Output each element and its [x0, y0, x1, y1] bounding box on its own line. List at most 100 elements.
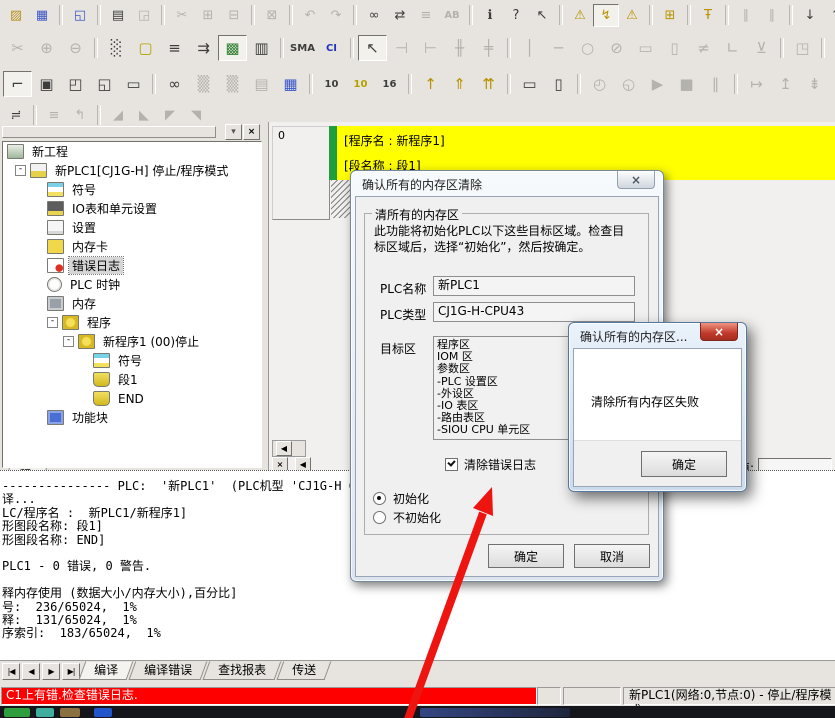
toolbar-icon[interactable]: ∞ — [361, 4, 387, 27]
toolbar-icon[interactable]: ℹ — [477, 4, 503, 27]
toolbar-icon[interactable]: ⇑ — [445, 71, 474, 97]
toolbar-icon[interactable]: ✂ — [3, 35, 32, 61]
tree-item[interactable]: 功能块 — [3, 408, 261, 427]
toolbar-icon[interactable]: ↑ — [416, 71, 445, 97]
toolbar-icon[interactable]: ▒ — [218, 71, 247, 97]
toolbar-icon[interactable]: ▨ — [3, 4, 29, 27]
toolbar-icon[interactable]: ▭ — [119, 71, 148, 97]
ok-button[interactable]: 确定 — [488, 544, 564, 568]
toolbar-icon[interactable]: ⚠ — [619, 4, 645, 27]
tree-item[interactable]: 内存 — [3, 294, 261, 313]
toolbar-icon[interactable]: ∟ — [718, 35, 747, 61]
radio-icon[interactable] — [373, 511, 386, 524]
toolbar-icon[interactable]: ✂ — [169, 4, 195, 27]
radio-initialize[interactable]: 初始化 — [373, 490, 429, 507]
toolbar-icon[interactable]: ⊻ — [747, 35, 776, 61]
toolbar-icon[interactable]: ◈ — [829, 35, 835, 61]
toolbar-icon[interactable]: │ — [515, 35, 544, 61]
ok-button[interactable]: 确定 — [641, 451, 727, 477]
toolbar-icon[interactable]: ↖ — [358, 35, 387, 61]
tree-collapse-icon[interactable]: - — [63, 336, 74, 347]
close-icon[interactable]: × — [243, 124, 260, 140]
toolbar-icon[interactable]: ▯ — [660, 35, 689, 61]
toolbar-icon[interactable]: ⊕ — [32, 35, 61, 61]
toolbar-icon[interactable]: ▦ — [276, 71, 305, 97]
clear-error-log-row[interactable]: 清除错误日志 — [445, 456, 536, 473]
toolbar-icon[interactable]: ⚠ — [567, 4, 593, 27]
close-icon[interactable]: × — [617, 171, 655, 189]
toolbar-icon[interactable]: Ŧ — [695, 4, 721, 27]
toolbar-icon[interactable]: ↓ — [797, 4, 823, 27]
tree-collapse-icon[interactable]: - — [15, 165, 26, 176]
toolbar-icon[interactable]: ↖ — [529, 4, 555, 27]
toolbar-icon[interactable]: ▦ — [29, 4, 55, 27]
scroll-left-icon[interactable]: ◀ — [276, 441, 292, 456]
toolbar-icon[interactable]: ▭ — [631, 35, 660, 61]
toolbar-icon[interactable]: ⇟ — [800, 71, 829, 97]
toolbar-icon[interactable]: ≡ — [413, 4, 439, 27]
toolbar-icon[interactable]: ⊟ — [221, 4, 247, 27]
toolbar-icon[interactable]: ▭ — [515, 71, 544, 97]
toolbar-icon[interactable]: ↑ — [823, 4, 835, 27]
toolbar-icon[interactable]: ╪ — [474, 35, 503, 61]
toolbar-icon[interactable]: 10 — [346, 71, 375, 97]
toolbar-icon[interactable]: ⊢ — [416, 35, 445, 61]
toolbar-icon[interactable]: ▩ — [218, 35, 247, 61]
toolbar-icon[interactable]: ↯ — [593, 4, 619, 27]
tab-scroll-button[interactable]: |◀ — [2, 663, 20, 680]
tree-item[interactable]: 设置 — [3, 218, 261, 237]
toolbar-icon[interactable]: SMA — [288, 35, 317, 61]
toolbar-icon[interactable]: ⊞ — [657, 4, 683, 27]
toolbar-icon[interactable]: AB — [439, 4, 465, 27]
toolbar-icon[interactable]: ─ — [544, 35, 573, 61]
output-tab-传送[interactable]: 传送 — [277, 661, 332, 680]
toolbar-icon[interactable]: ↷ — [323, 4, 349, 27]
tab-scroll-button[interactable]: ◀ — [22, 663, 40, 680]
toolbar-icon[interactable]: 10 — [317, 71, 346, 97]
toolbar-icon[interactable]: ■ — [672, 71, 701, 97]
toolbar-icon[interactable]: ∥ — [701, 71, 730, 97]
tree-item[interactable]: PLC 时钟 — [3, 275, 261, 294]
toolbar-icon[interactable]: ⊞ — [195, 4, 221, 27]
toolbar-icon[interactable]: ∥ — [759, 4, 785, 27]
output-tab-编译错误[interactable]: 编译错误 — [129, 661, 208, 680]
checkbox-checked-icon[interactable] — [445, 458, 458, 471]
toolbar-icon[interactable]: ▶ — [643, 71, 672, 97]
toolbar-icon[interactable]: ▢ — [131, 35, 160, 61]
toolbar-icon[interactable]: ▥ — [247, 35, 276, 61]
toolbar-icon[interactable]: ↶ — [297, 4, 323, 27]
radio-selected-icon[interactable] — [373, 492, 386, 505]
toolbar-icon[interactable]: ∥ — [733, 4, 759, 27]
toolbar-icon[interactable]: ⊣ — [387, 35, 416, 61]
toolbar-icon[interactable]: ▯ — [544, 71, 573, 97]
toolbar-icon[interactable]: ⌐ — [3, 71, 32, 97]
toolbar-icon[interactable]: ○ — [573, 35, 602, 61]
output-tab-查找报表[interactable]: 查找报表 — [203, 661, 282, 680]
toolbar-icon[interactable]: ◵ — [614, 71, 643, 97]
toolbar-icon[interactable]: ⊖ — [61, 35, 90, 61]
toolbar-icon[interactable]: ⊘ — [602, 35, 631, 61]
toolbar-icon[interactable]: ╫ — [445, 35, 474, 61]
toolbar-icon[interactable]: ⇉ — [189, 35, 218, 61]
cancel-button[interactable]: 取消 — [574, 544, 650, 568]
toolbar-icon[interactable]: ↦ — [742, 71, 771, 97]
toolbar-icon[interactable]: ? — [503, 4, 529, 27]
tree-item[interactable]: IO表和单元设置 — [3, 199, 261, 218]
tree-item[interactable]: -程序 — [3, 313, 261, 332]
tree-collapse-icon[interactable]: - — [47, 317, 58, 328]
toolbar-icon[interactable]: ⇈ — [474, 71, 503, 97]
toolbar-icon[interactable]: ◴ — [585, 71, 614, 97]
toolbar-icon[interactable]: ⊠ — [259, 4, 285, 27]
toolbar-icon[interactable]: ░ — [102, 35, 131, 61]
tab-scroll-button[interactable]: ▶| — [62, 663, 80, 680]
tree-item[interactable]: 符号 — [3, 351, 261, 370]
tree-item[interactable]: END — [3, 389, 261, 408]
toolbar-icon[interactable]: ∞ — [160, 71, 189, 97]
toolbar-icon[interactable]: ≠ — [689, 35, 718, 61]
toolbar-icon[interactable]: ⇞ — [829, 71, 835, 97]
tree-item[interactable]: -新程序1 (00)停止 — [3, 332, 261, 351]
editor-hscrollbar[interactable]: ◀ — [272, 440, 306, 457]
toolbar-icon[interactable]: ⇄ — [387, 4, 413, 27]
close-icon[interactable]: × — [700, 323, 738, 341]
toolbar-icon[interactable]: 16 — [375, 71, 404, 97]
